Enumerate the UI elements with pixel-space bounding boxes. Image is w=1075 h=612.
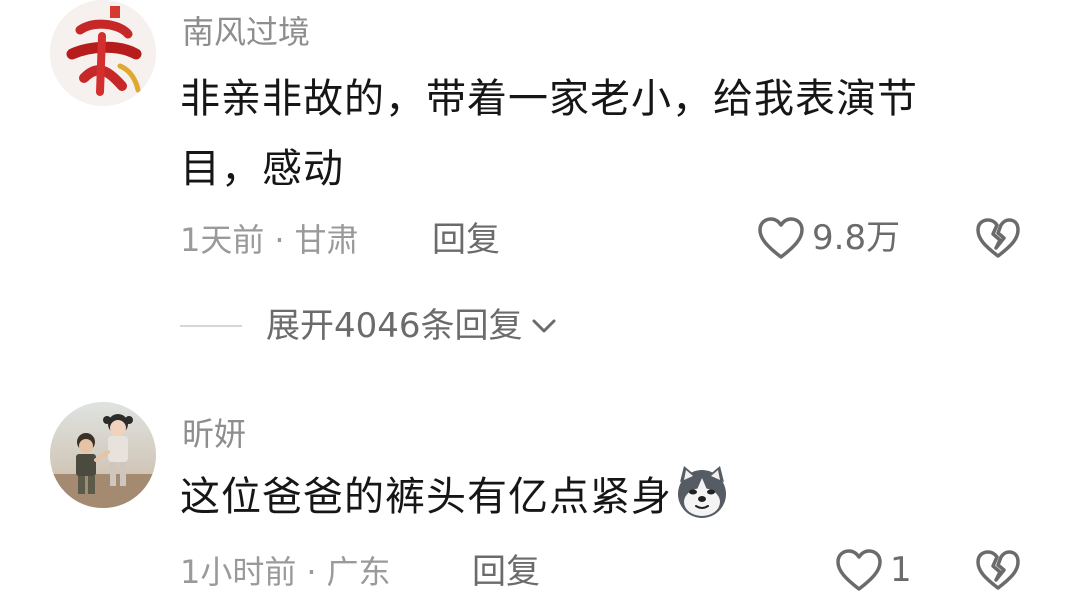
comment-meta: 1小时前 · 广东 [180,552,391,592]
dislike-button[interactable] [974,548,1022,592]
comment-text: 这位爸爸的裤头有亿点紧身 [180,462,1040,542]
avatar[interactable] [50,402,156,508]
like-button[interactable]: 1 [834,548,912,592]
children-photo-avatar [50,402,156,508]
comment-time: 1小时前 [180,553,297,591]
comment-text-line: 这位爸爸的裤头有亿点紧身 [180,474,672,520]
comment-2: 昕妍 这位爸爸的裤头有亿点紧身 1小时前 · 广东 回复 1 [0,0,1075,612]
husky-dog-emoji [674,464,730,542]
like-count: 1 [890,550,912,590]
meta-separator: · [306,553,317,591]
username[interactable]: 昕妍 [182,414,246,454]
reply-button[interactable]: 回复 [472,552,540,592]
broken-heart-icon [976,550,1020,590]
heart-outline-icon [836,549,882,591]
husky-dog-icon [678,466,726,518]
comment-location: 广东 [326,553,391,591]
